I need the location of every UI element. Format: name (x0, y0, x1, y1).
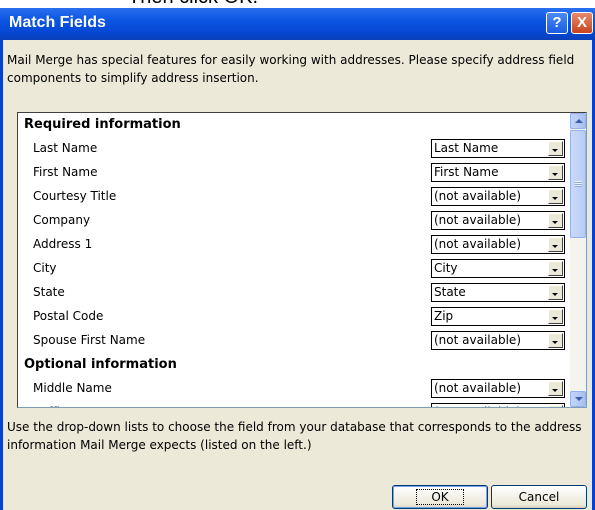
dropdown-arrow-icon[interactable] (548, 405, 563, 407)
scroll-down-button[interactable] (570, 391, 586, 407)
field-row: Suffix (not available) (18, 401, 570, 407)
dropdown-arrow-icon[interactable] (548, 237, 563, 252)
field-select-value: City (434, 261, 458, 275)
dropdown-arrow-icon[interactable] (548, 213, 563, 228)
field-select-value: (not available) (434, 213, 521, 227)
field-select-value: (not available) (434, 381, 521, 395)
field-select[interactable]: (not available) (431, 235, 565, 254)
help-button[interactable]: ? (546, 12, 568, 34)
top-caption: Then click OK. (128, 0, 258, 8)
field-row: City City (18, 257, 570, 281)
field-label: Address 1 (33, 237, 93, 251)
field-label: Company (33, 213, 91, 227)
dropdown-arrow-icon[interactable] (548, 333, 563, 348)
window-border-left (0, 40, 3, 510)
section-heading: Required information (18, 113, 570, 137)
field-row: Courtesy Title (not available) (18, 185, 570, 209)
field-row: Address 1 (not available) (18, 233, 570, 257)
field-select[interactable]: (not available) (431, 331, 565, 350)
field-label: Suffix (33, 405, 67, 407)
field-select[interactable]: First Name (431, 163, 565, 182)
field-select[interactable]: (not available) (431, 379, 565, 398)
dropdown-arrow-icon[interactable] (548, 261, 563, 276)
intro-text: Mail Merge has special features for easi… (7, 53, 575, 85)
field-label: First Name (33, 165, 98, 179)
field-label: Postal Code (33, 309, 104, 323)
field-select[interactable]: (not available) (431, 403, 565, 407)
field-label: Spouse First Name (33, 333, 146, 347)
field-label: Courtesy Title (33, 189, 117, 203)
scroll-thumb[interactable] (570, 130, 586, 238)
dropdown-arrow-icon[interactable] (548, 141, 563, 156)
field-label: City (33, 261, 57, 275)
field-mapping-list[interactable]: Required information Last Name Last Name Fi… (17, 112, 587, 408)
section-heading-label: Optional information (24, 357, 177, 372)
field-label: Middle Name (33, 381, 112, 395)
cancel-button[interactable]: Cancel (491, 485, 587, 509)
section-heading-label: Required information (24, 117, 181, 132)
field-row: Company (not available) (18, 209, 570, 233)
dropdown-arrow-icon[interactable] (548, 189, 563, 204)
ok-button-label: OK (416, 489, 464, 505)
close-button[interactable]: X (571, 12, 593, 34)
help-text: Use the drop-down lists to choose the fi… (7, 420, 582, 452)
field-row: Last Name Last Name (18, 137, 570, 161)
field-select[interactable]: (not available) (431, 211, 565, 230)
dropdown-arrow-icon[interactable] (548, 381, 563, 396)
field-select[interactable]: (not available) (431, 187, 565, 206)
field-select-value: State (434, 285, 466, 299)
field-select[interactable]: Last Name (431, 139, 565, 158)
match-fields-dialog: Match Fields ? X Mail Merge has special … (0, 8, 595, 510)
ok-button[interactable]: OK (392, 485, 488, 509)
field-row: Spouse First Name (not available) (18, 329, 570, 353)
title-bar[interactable]: Match Fields ? X (0, 8, 595, 40)
field-row: Middle Name (not available) (18, 377, 570, 401)
field-select-value: (not available) (434, 237, 521, 251)
field-select-value: (not available) (434, 189, 521, 203)
field-select[interactable]: City (431, 259, 565, 278)
field-select-value: (not available) (434, 405, 521, 407)
section-heading: Optional information (18, 353, 570, 377)
field-select[interactable]: Zip (431, 307, 565, 326)
dropdown-arrow-icon[interactable] (548, 285, 563, 300)
field-row: Postal Code Zip (18, 305, 570, 329)
dialog-title: Match Fields (9, 14, 106, 31)
field-row: State State (18, 281, 570, 305)
field-label: Last Name (33, 141, 98, 155)
field-select[interactable]: State (431, 283, 565, 302)
scroll-up-button[interactable] (570, 113, 586, 129)
vertical-scrollbar[interactable] (570, 113, 586, 407)
field-label: State (33, 285, 65, 299)
field-select-value: Last Name (434, 141, 499, 155)
field-select-value: (not available) (434, 333, 521, 347)
field-select-value: First Name (434, 165, 499, 179)
field-select-value: Zip (434, 309, 454, 323)
dropdown-arrow-icon[interactable] (548, 309, 563, 324)
dropdown-arrow-icon[interactable] (548, 165, 563, 180)
field-row: First Name First Name (18, 161, 570, 185)
